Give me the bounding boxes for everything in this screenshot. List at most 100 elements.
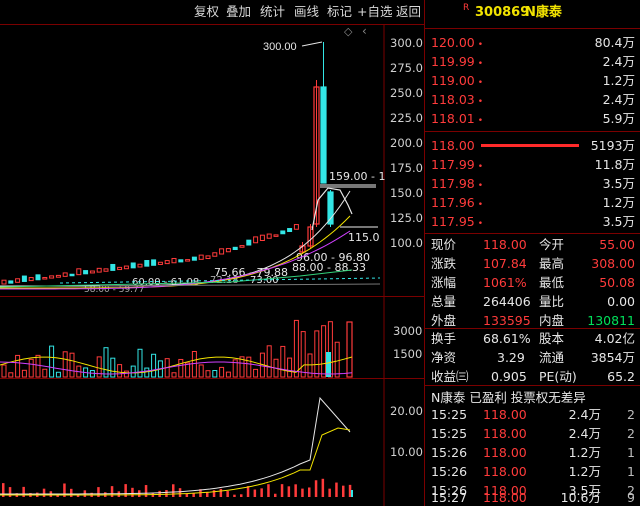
volume-bar: [253, 368, 259, 378]
volume-bar: [151, 353, 157, 378]
volume-bar: [346, 321, 353, 378]
divider: [425, 28, 640, 29]
volume-bar: [15, 354, 21, 378]
dot-icon: •: [477, 200, 484, 210]
dot-icon: •: [477, 181, 484, 191]
quote-label: PE(动): [539, 369, 577, 384]
candle: [266, 233, 272, 239]
tick-row[interactable]: 15:25 118.00 2.4万 2: [431, 405, 635, 424]
candle: [259, 234, 265, 242]
tick-volume: 1.2万: [568, 464, 601, 479]
candlestick-chart[interactable]: 300.00 159.00 - 1 115.0 96.00 - 96.80 88…: [0, 0, 385, 506]
ask-row[interactable]: 118.01 • 5.9万: [431, 109, 635, 128]
dot-icon: •: [477, 40, 484, 50]
bid-row[interactable]: 117.96 • 1.2万: [431, 193, 635, 212]
ask-row[interactable]: 120.00 • 80.4万: [431, 33, 635, 52]
tick-row[interactable]: 15:25 118.00 2.4万 2: [431, 424, 635, 443]
indicator-line: [0, 396, 351, 495]
eps: 0.905: [491, 369, 527, 384]
volume-bar: [69, 352, 75, 378]
indicator-tick: 10.00: [390, 445, 423, 459]
tick-row[interactable]: 15:26 118.00 1.2万 1: [431, 443, 635, 462]
volume-bar: [212, 370, 218, 378]
candle: [55, 274, 61, 278]
indicator-bar: [294, 484, 297, 497]
tick-row[interactable]: 15:26 118.00 1.2万 1: [431, 462, 635, 481]
indicator-bar: [246, 486, 250, 497]
tick-count: 1: [627, 464, 635, 479]
tick-price: 118.00: [483, 445, 527, 460]
ask-volume: 2.4万: [602, 54, 635, 69]
net-assets: 3.29: [497, 350, 525, 365]
quote-label: 今开: [539, 237, 565, 252]
bid-row[interactable]: 118.00 5193万: [431, 136, 635, 155]
candle: [232, 246, 238, 251]
indicator-bar: [70, 488, 73, 497]
bid-volume: 5193万: [590, 138, 635, 153]
dot-icon: •: [477, 219, 484, 229]
volume-bar: [49, 345, 55, 378]
candle: [157, 261, 163, 265]
chart-area[interactable]: 复权 叠加 统计 画线 标记 +自选 返回 ◇ ‹ 300.0 275.0 25…: [0, 0, 424, 506]
tick-price: 118.00: [483, 426, 527, 441]
quote-label: 总量: [431, 294, 457, 309]
candle: [198, 254, 204, 260]
indicator-bar: [172, 484, 175, 497]
indicator-bar: [301, 488, 304, 497]
volume-bar: [300, 331, 306, 378]
bid-volume: 3.5万: [602, 176, 635, 191]
indicator-bar: [240, 494, 243, 497]
candle: [62, 272, 68, 277]
annotation-label: 88.00 - 88.33: [292, 261, 366, 274]
quote-label: 涨幅: [431, 275, 457, 290]
ask-price: 118.01: [431, 111, 475, 126]
tick-price: 118.00: [483, 490, 527, 505]
bid-volume: 11.8万: [594, 157, 635, 172]
volume-bar: [219, 366, 225, 378]
ask-row[interactable]: 119.00 • 1.2万: [431, 71, 635, 90]
ask-price: 119.99: [431, 54, 475, 69]
volume-bar: [225, 371, 231, 378]
ask-row[interactable]: 118.03 • 2.4万: [431, 90, 635, 109]
candle: [280, 230, 286, 235]
bid-row[interactable]: 117.98 • 3.5万: [431, 174, 635, 193]
candle: [130, 262, 136, 269]
quote-label: 收益㈢: [431, 369, 469, 384]
indicator-bar: [144, 485, 148, 497]
volume-bar: [280, 345, 286, 378]
tick-time: 15:25: [431, 426, 468, 441]
bid-volume: 1.2万: [602, 195, 635, 210]
candle: [253, 236, 259, 244]
ask-price: 118.03: [431, 92, 475, 107]
margin-flag: R: [463, 3, 470, 13]
indicator-bar: [328, 488, 331, 497]
ask-volume: 2.4万: [602, 92, 635, 107]
indicator-bar: [321, 478, 325, 497]
candle: [144, 260, 150, 267]
tick-count: 2: [627, 407, 635, 422]
volume-bar: [62, 351, 68, 378]
ask-row[interactable]: 119.99 • 2.4万: [431, 52, 635, 71]
bid-row[interactable]: 117.99 • 11.8万: [431, 155, 635, 174]
dot-icon: •: [477, 162, 484, 172]
indicator-tick: 20.00: [390, 404, 423, 418]
bid-row[interactable]: 117.95 • 3.5万: [431, 212, 635, 231]
candle: [164, 260, 170, 265]
candle: [320, 86, 327, 184]
candle: [76, 268, 82, 276]
volume-bar: [130, 365, 136, 378]
indicator-bar: [314, 480, 318, 497]
tick-volume: 2.4万: [568, 407, 601, 422]
candle: [185, 259, 191, 262]
candle: [137, 263, 143, 268]
price-tick: 150.0: [390, 186, 423, 200]
price-tick: 175.0: [390, 161, 423, 175]
volume-bar: [1, 364, 7, 378]
back-button[interactable]: 返回: [396, 2, 421, 22]
indicator-bar: [97, 487, 100, 497]
volume-tick: 1500: [393, 347, 423, 361]
tick-row[interactable]: 15:27 118.00 10.6万 9: [431, 489, 635, 506]
candle: [21, 275, 27, 282]
indicator-bar: [267, 484, 270, 497]
quote-label: 最低: [539, 275, 565, 290]
